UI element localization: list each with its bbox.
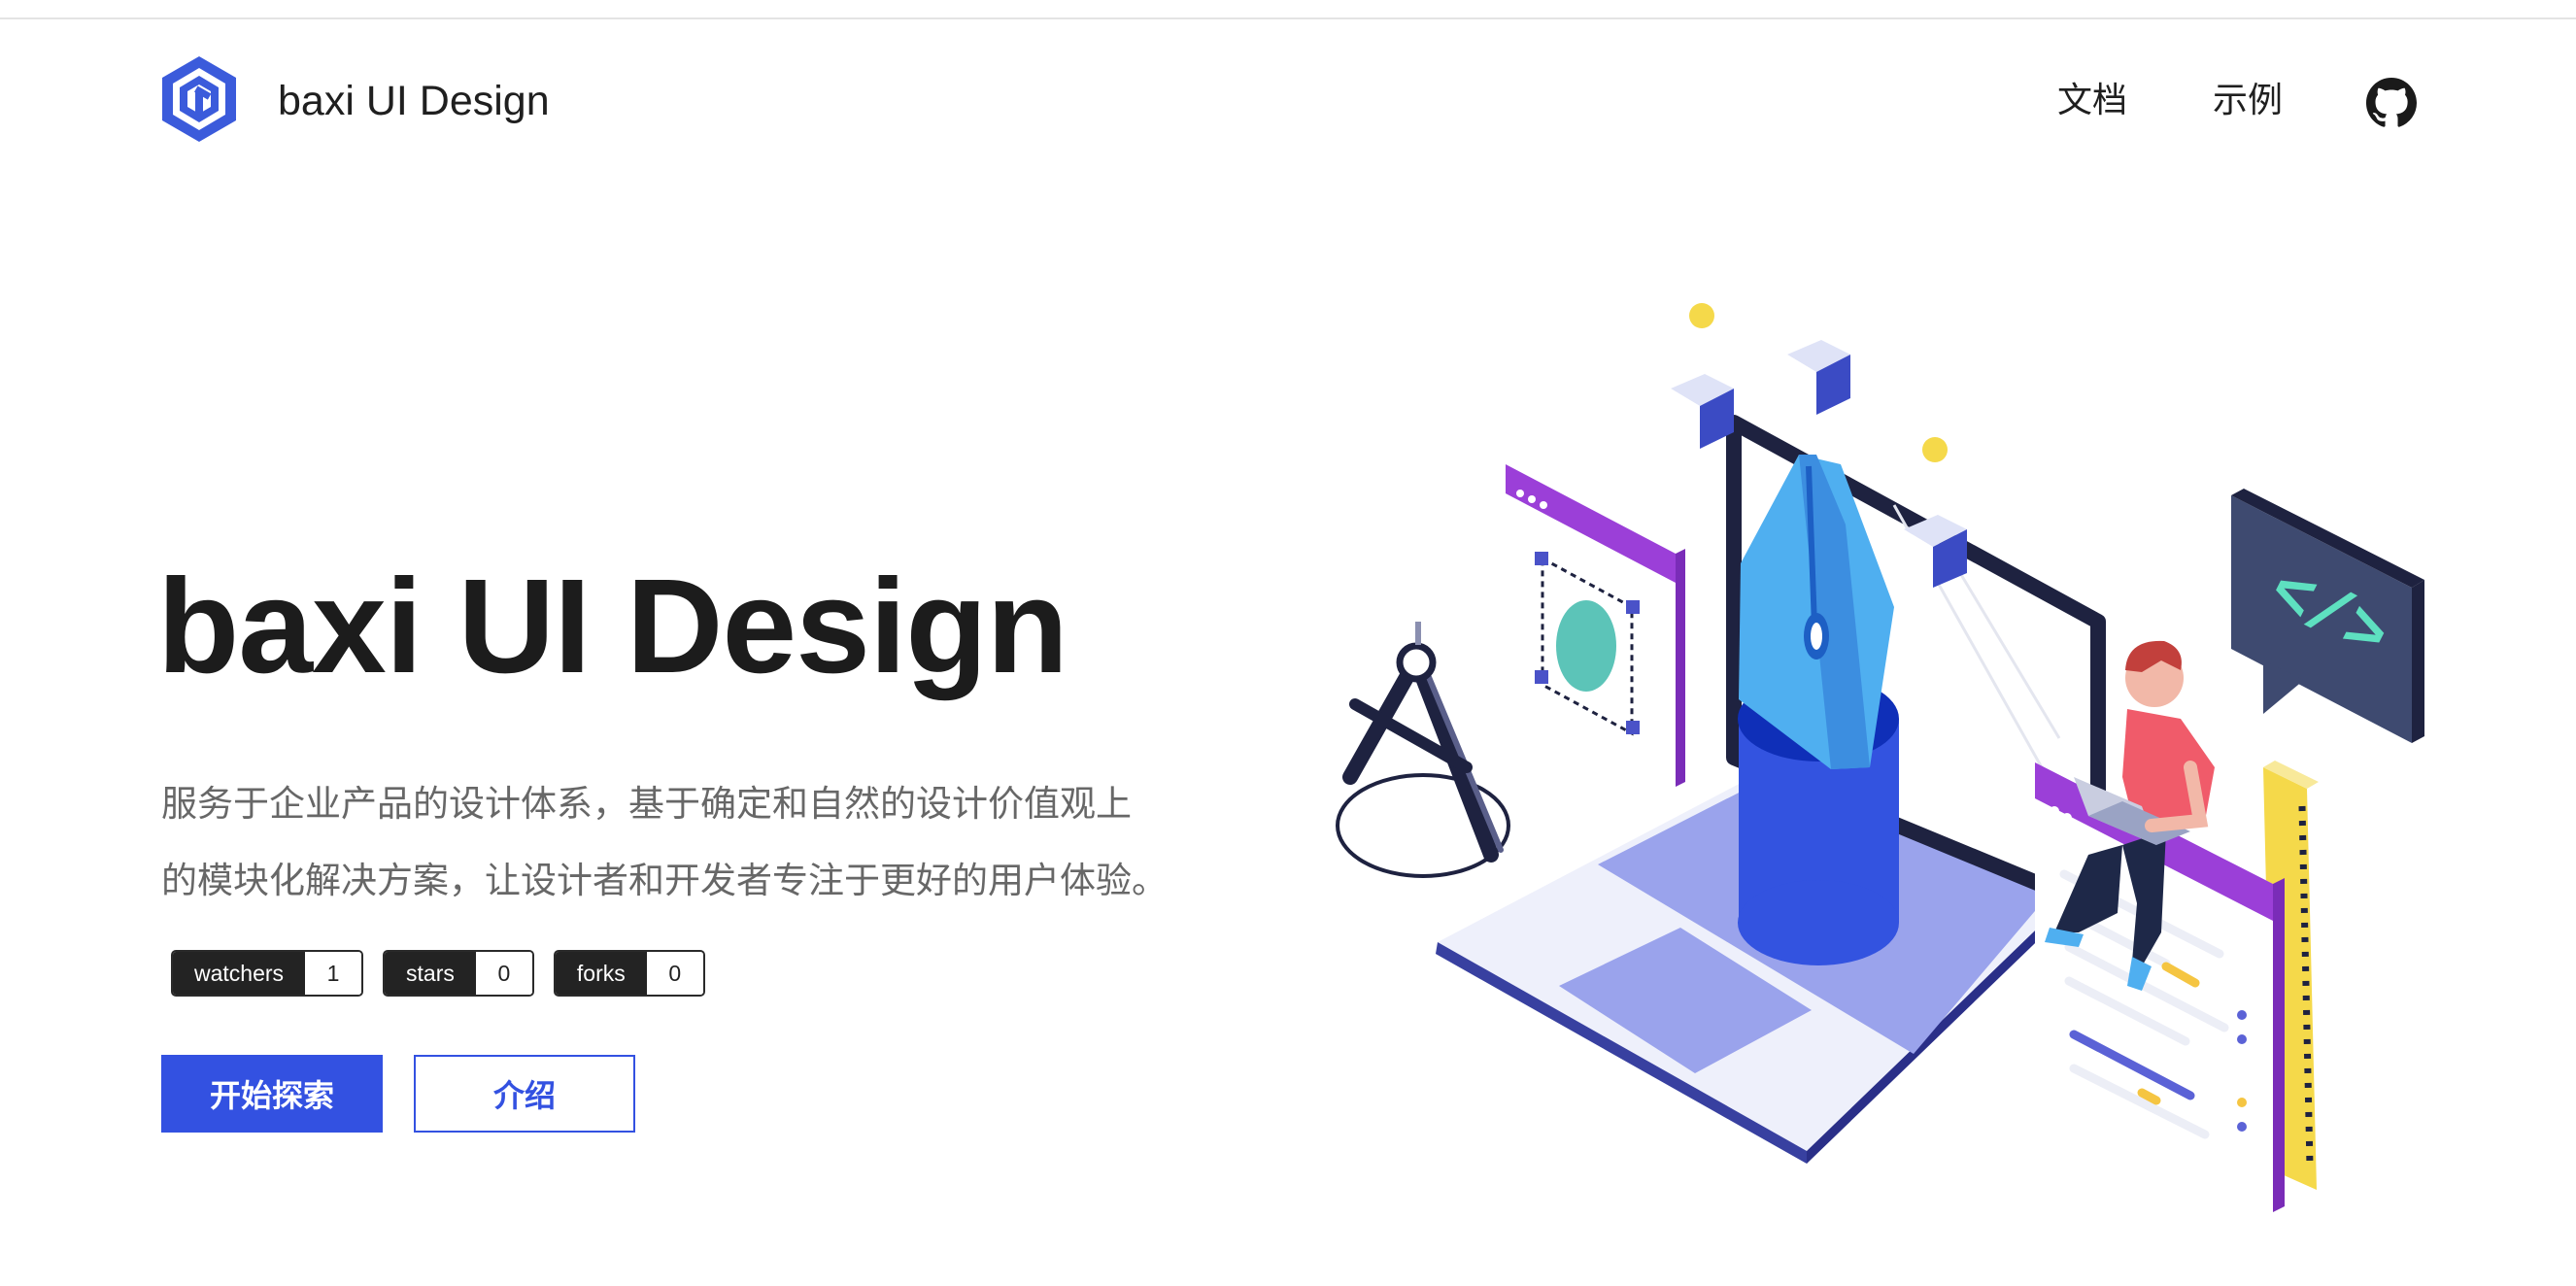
github-badges: watchers 1 stars 0 forks 0: [171, 950, 705, 997]
stars-badge[interactable]: stars 0: [383, 950, 534, 997]
badge-label: forks: [555, 952, 647, 995]
top-border: [0, 0, 2576, 19]
badge-label: stars: [385, 952, 476, 995]
badge-count: 0: [475, 952, 532, 995]
nav-docs[interactable]: 文档: [2057, 74, 2127, 128]
forks-badge[interactable]: forks 0: [553, 950, 705, 997]
design-tools-illustration-icon: </>: [1336, 303, 2424, 1212]
hero-description-line: 的模块化解决方案，让设计者和开发者专注于更好的用户体验。: [161, 860, 1168, 901]
badge-label: watchers: [173, 952, 306, 995]
hero-title: baxi UI Design: [157, 552, 1068, 701]
github-icon[interactable]: [2366, 78, 2417, 128]
hexagon-logo-icon[interactable]: [159, 54, 239, 144]
intro-button[interactable]: 介绍: [414, 1055, 635, 1133]
hero-description: 服务于企业产品的设计体系，基于确定和自然的设计价值观上 的模块化解决方案，让设计…: [161, 765, 1307, 919]
hero-description-line: 服务于企业产品的设计体系，基于确定和自然的设计价值观上: [161, 783, 1132, 825]
badge-count: 1: [305, 952, 362, 995]
nav-examples[interactable]: 示例: [2213, 74, 2283, 128]
brand-name[interactable]: baxi UI Design: [278, 72, 550, 130]
badge-count: 0: [646, 952, 703, 995]
start-explore-button[interactable]: 开始探索: [161, 1055, 383, 1133]
watchers-badge[interactable]: watchers 1: [171, 950, 364, 997]
